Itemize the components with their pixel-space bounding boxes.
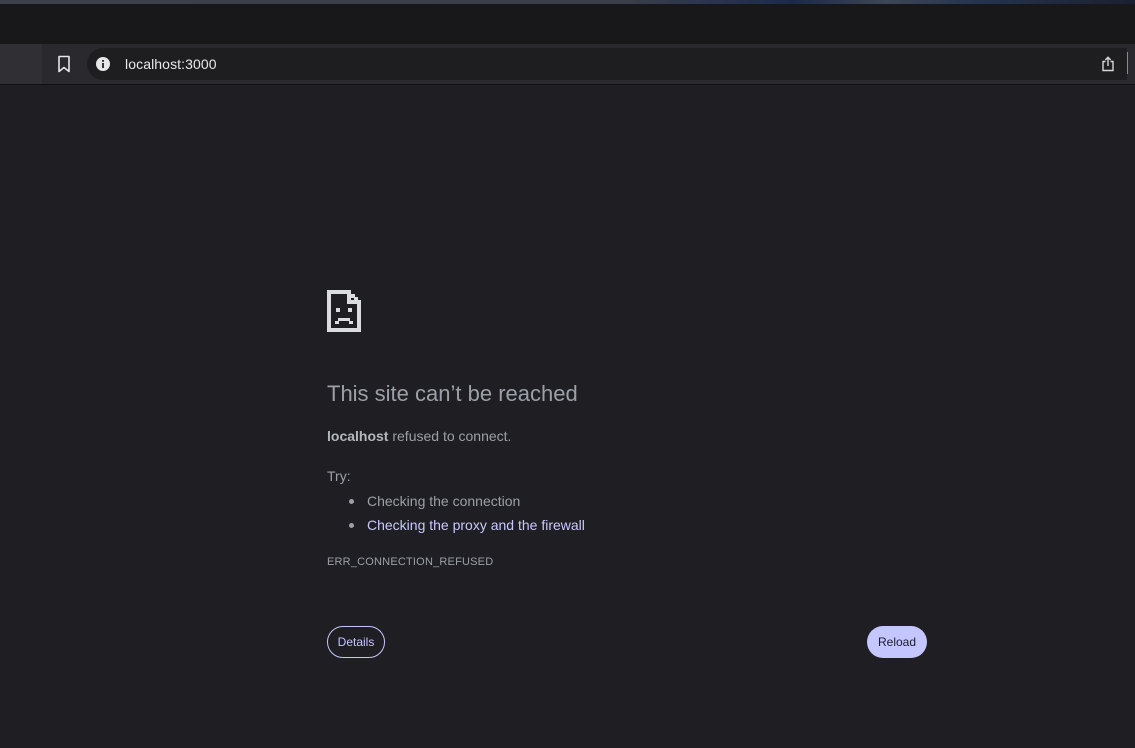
suggestion-text: Checking the connection: [367, 493, 521, 509]
address-bar[interactable]: localhost:3000: [87, 48, 1127, 80]
bookmark-icon: [58, 55, 70, 73]
reload-button[interactable]: Reload: [867, 626, 927, 658]
share-button[interactable]: [1099, 55, 1117, 73]
suggestion-check-connection: Checking the connection: [345, 489, 585, 513]
browser-window: localhost:3000 This site can’t be reache…: [0, 0, 1135, 748]
browser-toolbar: localhost:3000: [0, 44, 1135, 85]
info-circle-icon: [96, 57, 110, 71]
error-summary: localhost refused to connect.: [327, 427, 511, 445]
sad-page-icon: [327, 290, 361, 332]
error-code: ERR_CONNECTION_REFUSED: [327, 556, 494, 568]
suggestion-check-proxy[interactable]: Checking the proxy and the firewall: [345, 513, 585, 537]
error-page: This site can’t be reached localhost ref…: [0, 85, 1135, 748]
tab-strip: [0, 4, 1135, 44]
error-summary-text: refused to connect.: [388, 428, 512, 444]
try-label: Try:: [327, 468, 351, 484]
share-icon: [1102, 56, 1114, 72]
details-button[interactable]: Details: [327, 626, 385, 658]
bookmark-button[interactable]: [52, 52, 76, 76]
proxy-firewall-link[interactable]: Checking the proxy and the firewall: [367, 517, 585, 533]
toolbar-divider: [1127, 52, 1128, 74]
error-title: This site can’t be reached: [327, 381, 578, 406]
site-info-button[interactable]: [95, 56, 111, 72]
error-host: localhost: [327, 428, 389, 444]
suggestions-list: Checking the connection Checking the pro…: [345, 489, 585, 537]
toolbar-edge: [0, 44, 42, 84]
url-text[interactable]: localhost:3000: [125, 56, 217, 72]
